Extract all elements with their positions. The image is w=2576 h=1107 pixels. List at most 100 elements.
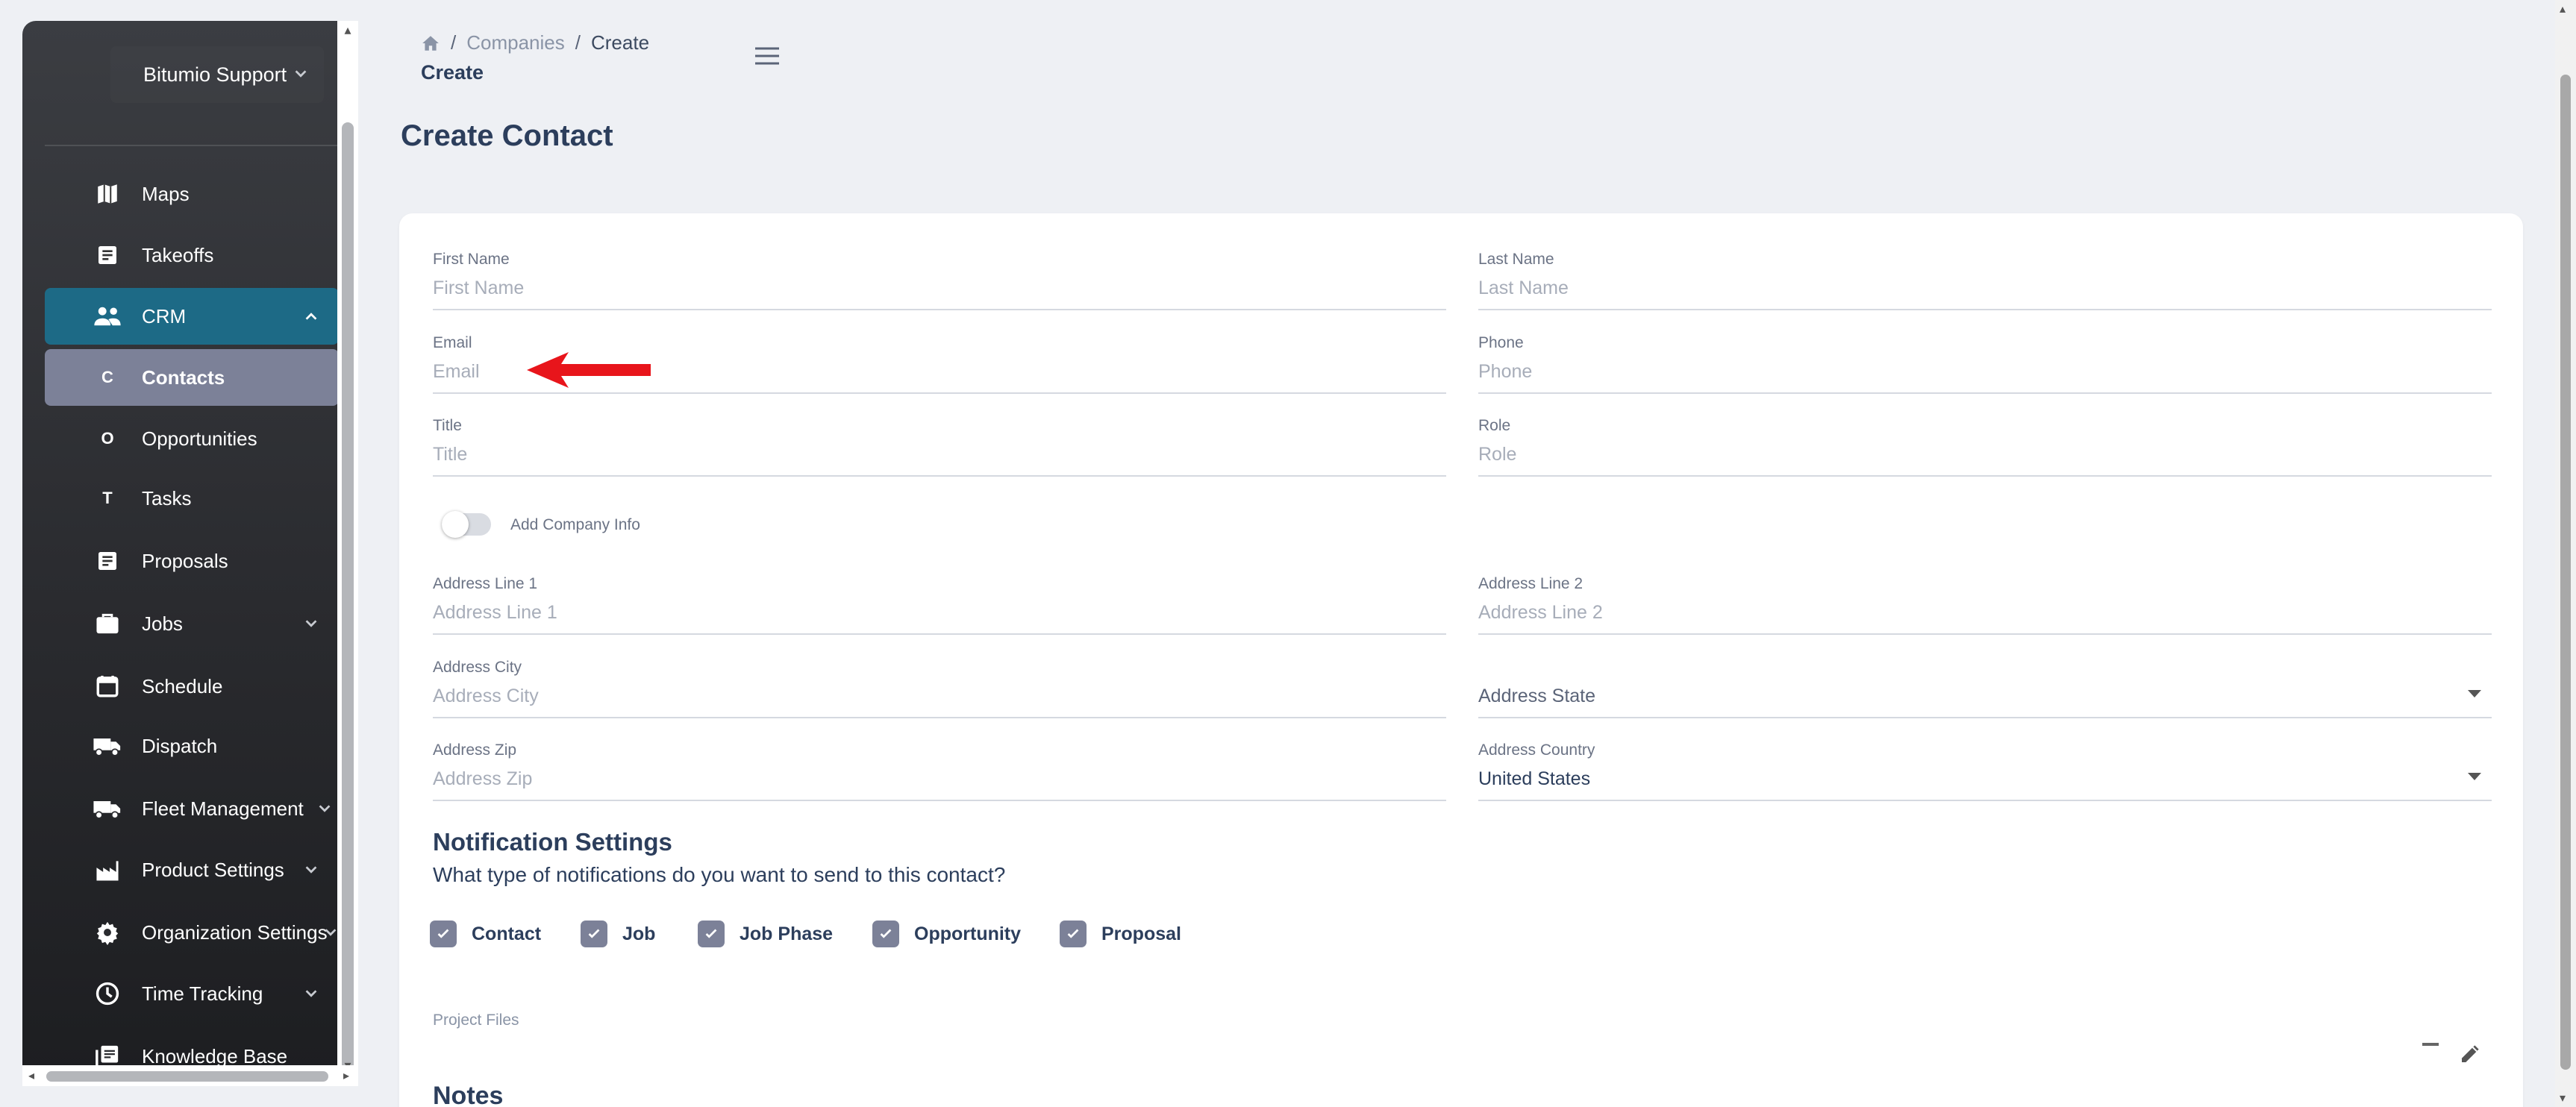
sidebar-item-dispatch[interactable]: Dispatch — [45, 718, 337, 774]
scroll-up-icon[interactable]: ▴ — [340, 22, 355, 37]
field-label: Last Name — [1478, 251, 1554, 268]
hamburger-menu-icon[interactable] — [754, 46, 781, 66]
notification-settings-title: Notification Settings — [433, 828, 672, 856]
sidebar-item-label: Knowledge Base — [142, 1044, 288, 1067]
scroll-left-icon[interactable]: ◂ — [24, 1068, 39, 1083]
sidebar-item-label: Proposals — [142, 549, 228, 572]
address-zip-field[interactable]: Address Zip Address Zip — [433, 741, 1446, 801]
sidebar-item-time-tracking[interactable]: Time Tracking — [45, 965, 337, 1022]
pencil-icon[interactable] — [2459, 1041, 2483, 1065]
org-selector[interactable]: Bitumio Support — [110, 46, 324, 103]
document-icon — [93, 240, 122, 270]
chevron-down-icon — [295, 70, 307, 78]
sidebar-item-crm[interactable]: CRM — [45, 288, 337, 345]
sidebar-item-takeoffs[interactable]: Takeoffs — [45, 227, 337, 283]
address-line2-field[interactable]: Address Line 2 Address Line 2 — [1478, 575, 2492, 635]
field-placeholder: Address Line 1 — [433, 602, 557, 623]
sidebar-item-contacts[interactable]: C Contacts — [45, 349, 337, 406]
scroll-up-icon[interactable]: ▴ — [2560, 1, 2566, 16]
scroll-down-icon[interactable]: ▾ — [2560, 1091, 2566, 1106]
sidebar-item-maps[interactable]: Maps — [45, 166, 337, 222]
breadcrumb-separator: / — [451, 31, 457, 54]
address-state-select[interactable]: Address State — [1478, 659, 2492, 718]
field-label: Address Line 1 — [433, 575, 538, 592]
notes-title: Notes — [433, 1082, 504, 1107]
sidebar-horizontal-scrollbar[interactable]: ◂ ▸ — [22, 1065, 358, 1086]
chevron-down-icon — [305, 866, 317, 874]
sidebar-item-opportunities[interactable]: O Opportunities — [45, 410, 337, 467]
field-placeholder: Email — [433, 361, 480, 382]
sidebar: Bitumio Support Maps Takeoffs CRM C Cont… — [22, 21, 337, 1074]
checkmark-icon — [581, 921, 607, 947]
sidebar-item-label: Maps — [142, 182, 190, 205]
checkbox-label: Job — [622, 923, 656, 944]
sidebar-item-letter: T — [102, 489, 113, 507]
sidebar-item-fleet-management[interactable]: Fleet Management — [45, 780, 337, 837]
field-placeholder: First Name — [433, 277, 525, 298]
breadcrumb-link-companies[interactable]: Companies — [466, 31, 565, 54]
field-label: Title — [433, 417, 462, 434]
sidebar-item-organization-settings[interactable]: Organization Settings — [45, 904, 337, 961]
field-placeholder: Title — [433, 444, 468, 465]
factory-icon — [93, 855, 122, 885]
dropdown-caret-icon — [2468, 773, 2481, 780]
field-placeholder: Role — [1478, 444, 1517, 465]
field-placeholder: Address Zip — [433, 768, 533, 789]
scrollbar-thumb[interactable] — [342, 122, 354, 1071]
sidebar-item-product-settings[interactable]: Product Settings — [45, 841, 337, 898]
sidebar-item-label: Schedule — [142, 674, 223, 697]
scroll-right-icon[interactable]: ▸ — [339, 1068, 354, 1083]
sidebar-item-label: Jobs — [142, 612, 183, 635]
notify-job-checkbox[interactable]: Job — [581, 919, 655, 949]
last-name-field[interactable]: Last Name Last Name — [1478, 251, 2492, 310]
sidebar-item-label: CRM — [142, 304, 187, 327]
title-field[interactable]: Title Title — [433, 417, 1446, 477]
checkbox-label: Contact — [472, 923, 542, 944]
sidebar-item-label: Fleet Management — [142, 797, 304, 820]
role-field[interactable]: Role Role — [1478, 417, 2492, 477]
map-icon — [93, 179, 122, 209]
chevron-down-icon — [319, 805, 331, 812]
first-name-field[interactable]: First Name First Name — [433, 251, 1446, 310]
calendar-icon — [93, 671, 122, 701]
address-city-field[interactable]: Address City Address City — [433, 659, 1446, 718]
phone-field[interactable]: Phone Phone — [1478, 334, 2492, 394]
address-country-select[interactable]: Address Country United States — [1478, 741, 2492, 801]
sidebar-vertical-scrollbar[interactable]: ▴ ▾ — [337, 21, 358, 1074]
address-line1-field[interactable]: Address Line 1 Address Line 1 — [433, 575, 1446, 635]
toggle-knob — [442, 511, 469, 538]
sidebar-item-label: Takeoffs — [142, 243, 214, 266]
add-company-info-label: Add Company Info — [510, 516, 640, 533]
chevron-up-icon — [305, 313, 317, 320]
sidebar-item-tasks[interactable]: T Tasks — [45, 470, 337, 527]
page-vertical-scrollbar[interactable]: ▴ ▾ — [2555, 0, 2576, 1107]
gear-icon — [93, 918, 122, 947]
field-label: Address State — [1478, 686, 1596, 706]
sidebar-item-label: Opportunities — [142, 427, 257, 450]
scrollbar-thumb[interactable] — [46, 1071, 328, 1082]
sidebar-item-proposals[interactable]: Proposals — [45, 533, 337, 589]
checkmark-icon — [430, 921, 457, 947]
org-name: Bitumio Support — [143, 63, 287, 86]
sidebar-item-label: Organization Settings — [142, 921, 328, 944]
page-title: Create Contact — [401, 119, 613, 152]
scrollbar-thumb[interactable] — [2560, 75, 2571, 1070]
field-placeholder: Address City — [433, 686, 539, 706]
sidebar-item-schedule[interactable]: Schedule — [45, 658, 337, 715]
notify-contact-checkbox[interactable]: Contact — [430, 919, 541, 949]
checkbox-label: Job Phase — [740, 923, 834, 944]
minus-icon[interactable] — [2422, 1043, 2439, 1046]
field-label: Address Country — [1478, 741, 1595, 759]
home-icon[interactable] — [421, 34, 440, 52]
add-company-info-toggle[interactable] — [442, 511, 491, 538]
field-placeholder: Phone — [1478, 361, 1533, 382]
checkmark-icon — [872, 921, 899, 947]
annotation-arrow-icon — [527, 352, 651, 388]
notify-opportunity-checkbox[interactable]: Opportunity — [872, 919, 1021, 949]
notify-proposal-checkbox[interactable]: Proposal — [1060, 919, 1181, 949]
notify-job-phase-checkbox[interactable]: Job Phase — [698, 919, 833, 949]
people-icon — [93, 301, 122, 331]
sidebar-item-letter: O — [101, 429, 114, 448]
sidebar-item-jobs[interactable]: Jobs — [45, 595, 337, 652]
sidebar-item-letter: C — [101, 368, 113, 386]
